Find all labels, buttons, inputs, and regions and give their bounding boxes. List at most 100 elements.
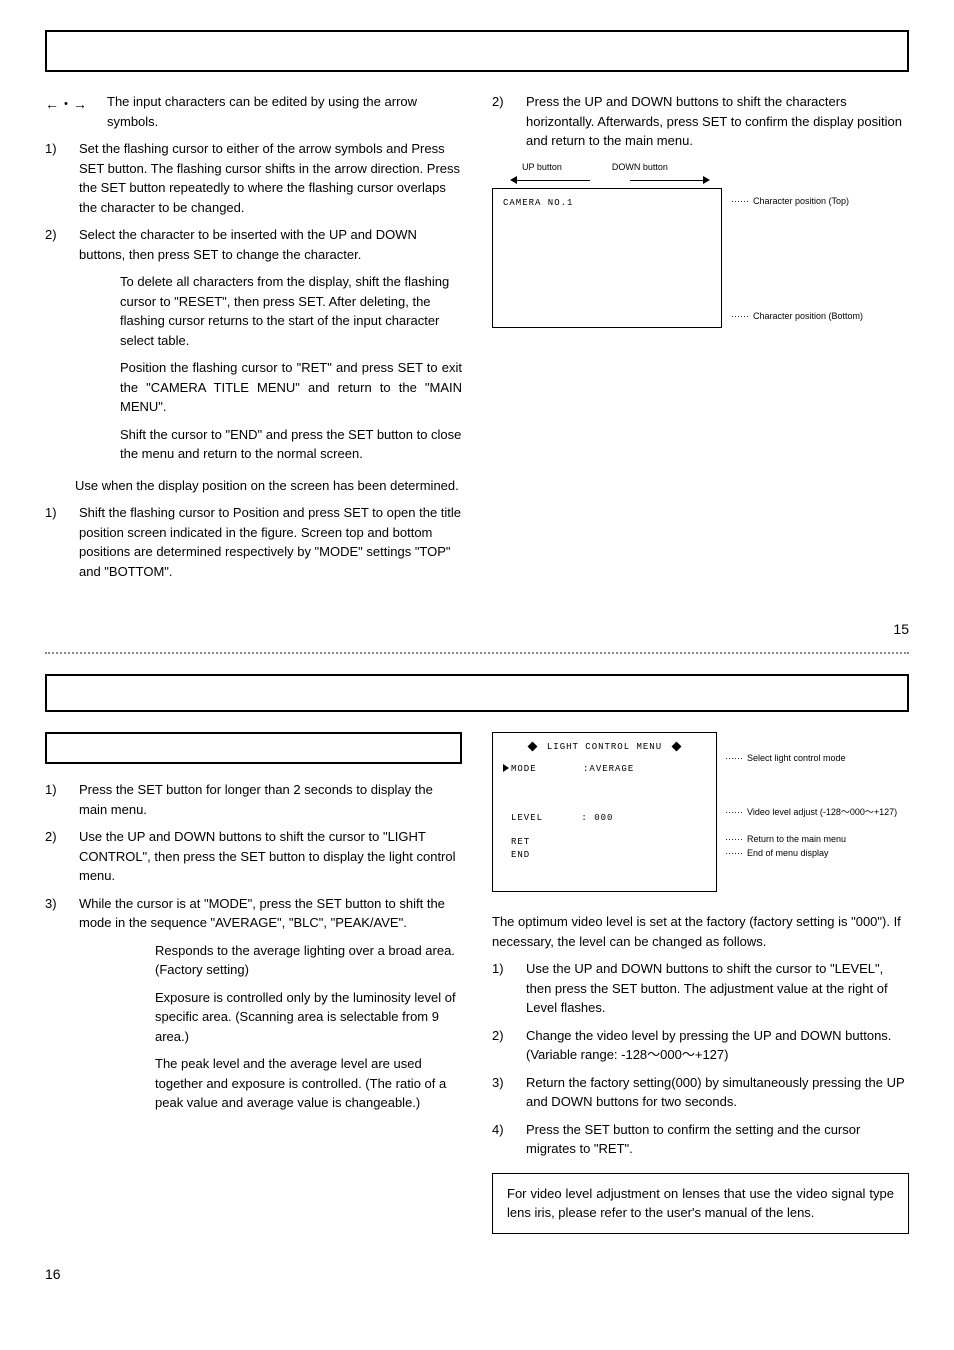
arrow-symbols-row: ←・→ The input characters can be edited b… [45,92,462,131]
annotation-text: Return to the main menu [747,833,846,847]
menu-title: LIGHT CONTROL MENU [547,742,662,752]
step-text: Set the flashing cursor to either of the… [79,139,462,217]
page16-columns: 1) Press the SET button for longer than … [45,732,909,1234]
note-box: For video level adjustment on lenses tha… [492,1173,909,1234]
step-text: Press the SET button to confirm the sett… [526,1120,909,1159]
list-item: 2) Select the character to be inserted w… [45,225,462,264]
indented-paragraph: To delete all characters from the displa… [120,272,462,350]
step-text: Return the factory setting(000) by simul… [526,1073,909,1112]
dots-icon: ······ [731,195,749,209]
arrow-glyphs: ←・→ [45,92,87,115]
page15-right-column: 2) Press the UP and DOWN buttons to shif… [492,92,909,589]
annotation-text: Character position (Top) [753,195,849,209]
left-arrow-icon [510,176,590,184]
page16-left-column: 1) Press the SET button for longer than … [45,732,462,1234]
figure-display-box: CAMERA NO.1 ······ Character position (T… [492,188,722,328]
page-number: 16 [45,1264,909,1285]
indented-paragraph: Shift the cursor to "END" and press the … [120,425,462,464]
list-item: 3) While the cursor is at "MODE", press … [45,894,462,933]
list-item: 4) Press the SET button to confirm the s… [492,1120,909,1159]
list-item: 1) Use the UP and DOWN buttons to shift … [492,959,909,1018]
figure-arrow-bar [510,176,909,184]
mode-definition: Responds to the average lighting over a … [155,941,462,980]
annotation-text: Video level adjust (-128～000～+127) [747,806,897,820]
step-text: Change the video level by pressing the U… [526,1026,909,1065]
annotation-text: End of menu display [747,847,829,861]
list-item: 1) Set the flashing cursor to either of … [45,139,462,217]
step-number: 3) [492,1073,514,1112]
step-number: 3) [45,894,67,933]
step-number: 4) [492,1120,514,1159]
list-item: 2) Use the UP and DOWN buttons to shift … [45,827,462,886]
figure-wrapper: UP button DOWN button CAMERA NO.1 ······… [492,161,909,329]
step-text: Select the character to be inserted with… [79,225,462,264]
mode-label: MODE [511,764,537,774]
step-number: 1) [492,959,514,1018]
page-number: 15 [45,619,909,640]
menu-row-ret: RET [511,836,706,850]
list-item: 2) Change the video level by pressing th… [492,1026,909,1065]
step-number: 2) [492,1026,514,1065]
menu-row-end: END [511,849,706,863]
step-number: 1) [45,780,67,819]
step-text: While the cursor is at "MODE", press the… [79,894,462,933]
section-heading-box [45,674,909,712]
dots-icon: ······ [731,310,749,324]
page-divider [45,652,909,654]
menu-figure-container: LIGHT CONTROL MENU MODE :AVERAGE LEVEL :… [492,732,909,892]
menu-title-row: LIGHT CONTROL MENU [503,741,706,755]
step-number: 1) [45,503,67,581]
annotation-text: Select light control mode [747,752,846,766]
top-heading-box [45,30,909,72]
page16-right-column: LIGHT CONTROL MENU MODE :AVERAGE LEVEL :… [492,732,909,1234]
step-number: 1) [45,139,67,217]
down-button-label: DOWN button [612,161,668,175]
up-button-label: UP button [522,161,562,175]
right-arrow-icon [630,176,710,184]
menu-annotations: ······ Select light control mode ······ … [725,732,897,860]
mode-definitions: Responds to the average lighting over a … [155,941,462,1113]
diamond-icon [671,742,681,752]
sub-heading-box [45,732,462,764]
step-number: 2) [492,92,514,151]
menu-display-box: LIGHT CONTROL MENU MODE :AVERAGE LEVEL :… [492,732,717,892]
annotation-text: Character position (Bottom) [753,310,863,324]
dots-icon: ······ [725,833,743,847]
indented-paragraph: Position the flashing cursor to "RET" an… [120,358,462,417]
dots-icon: ······ [725,806,743,820]
step-number: 2) [45,827,67,886]
list-item: 1) Shift the flashing cursor to Position… [45,503,462,581]
dots-icon: ······ [725,752,743,766]
figure-annotation-bottom: ······ Character position (Bottom) [731,310,863,324]
menu-annotation: ······ Video level adjust (-128～000～+127… [725,806,897,820]
level-label: LEVEL [511,813,543,823]
diamond-icon [528,742,538,752]
step-text: Use the UP and DOWN buttons to shift the… [79,827,462,886]
menu-annotation: ······ Select light control mode [725,752,897,766]
camera-label: CAMERA NO.1 [503,198,573,208]
menu-annotation: ······ Return to the main menu [725,833,897,847]
page15-left-column: ←・→ The input characters can be edited b… [45,92,462,589]
step-text: Shift the flashing cursor to Position an… [79,503,462,581]
figure-button-labels: UP button DOWN button [522,161,909,175]
mode-definition: The peak level and the average level are… [155,1054,462,1113]
level-value: : 000 [581,813,613,823]
list-item: 3) Return the factory setting(000) by si… [492,1073,909,1112]
step-number: 2) [45,225,67,264]
step-text: Press the SET button for longer than 2 s… [79,780,462,819]
step-text: Press the UP and DOWN buttons to shift t… [526,92,909,151]
menu-row-level: LEVEL : 000 [503,812,706,826]
dots-icon: ······ [725,847,743,861]
mode-value: :AVERAGE [583,764,634,774]
figure-annotation-top: ······ Character position (Top) [731,195,849,209]
page15-columns: ←・→ The input characters can be edited b… [45,92,909,589]
list-item: 1) Press the SET button for longer than … [45,780,462,819]
paragraph: Use when the display position on the scr… [75,476,462,496]
cursor-icon [503,764,509,772]
menu-row-mode: MODE :AVERAGE [503,763,706,777]
mode-definition: Exposure is controlled only by the lumin… [155,988,462,1047]
step-text: Use the UP and DOWN buttons to shift the… [526,959,909,1018]
list-item: 2) Press the UP and DOWN buttons to shif… [492,92,909,151]
intro-paragraph: The optimum video level is set at the fa… [492,912,909,951]
menu-annotation: ······ End of menu display [725,847,897,861]
